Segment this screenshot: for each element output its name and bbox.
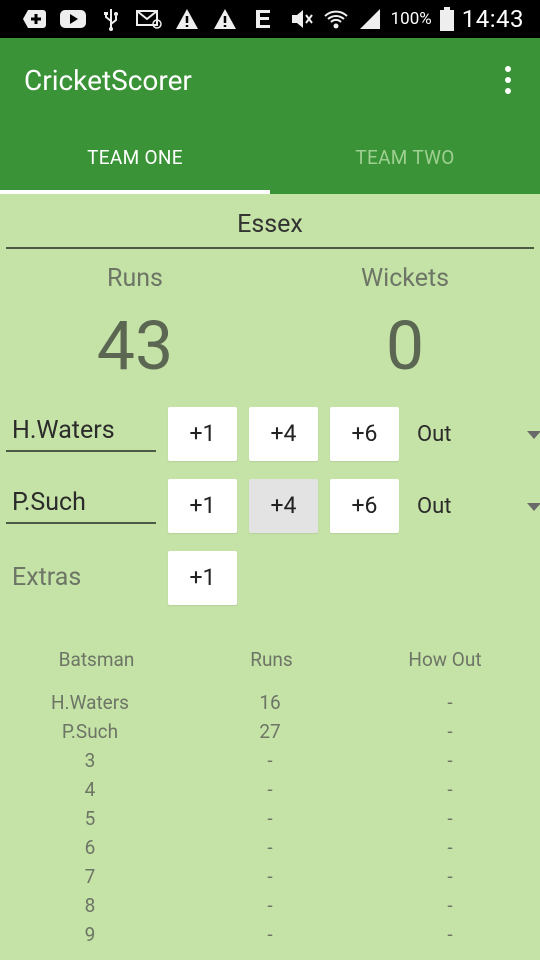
table-row: 6 - -: [0, 836, 540, 865]
scorecard-header-batsman: Batsman: [58, 648, 135, 671]
tab-label: TEAM TWO: [355, 146, 455, 169]
battery-percent: 100%: [390, 9, 432, 29]
table-row: 7 - -: [0, 865, 540, 894]
dropdown-arrow-icon[interactable]: [527, 503, 540, 511]
how-out-cell: -: [447, 749, 453, 772]
e-letter-icon: [250, 8, 276, 30]
status-bar: 100% 14:43: [0, 0, 540, 38]
table-row: 4 - -: [0, 778, 540, 807]
batsman-1-plus4-button[interactable]: +4: [249, 407, 318, 461]
batsman-cell: 4: [84, 778, 96, 801]
batsman-2-plus6-button[interactable]: +6: [330, 479, 399, 533]
table-row: H.Waters 16 -: [0, 691, 540, 720]
batsman-cell: H.Waters: [51, 691, 129, 714]
runs-label: Runs: [107, 264, 163, 293]
batsman-cell: 5: [84, 807, 96, 830]
batsman-2-out-dropdown[interactable]: Out: [417, 494, 451, 519]
runs-cell: -: [267, 923, 273, 946]
email-icon: [136, 8, 162, 30]
batsman-cell: 3: [84, 749, 96, 772]
how-out-cell: -: [447, 691, 453, 714]
tab-team-two[interactable]: TEAM TWO: [270, 134, 540, 194]
runs-cell: -: [267, 778, 273, 801]
dropdown-arrow-icon[interactable]: [527, 431, 540, 439]
batsman-1-out-dropdown[interactable]: Out: [417, 422, 451, 447]
scorecard-header-runs: Runs: [250, 648, 293, 671]
scorecard-header-how-out: How Out: [408, 648, 482, 671]
overflow-menu-icon[interactable]: [498, 66, 518, 94]
usb-icon: [98, 8, 124, 31]
youtube-icon: [60, 8, 86, 30]
table-row: 9 - -: [0, 923, 540, 952]
notification-icons: [22, 8, 276, 31]
batsman-1-plus1-button[interactable]: +1: [168, 407, 237, 461]
app-bar: CricketScorer TEAM ONE TEAM TWO: [0, 38, 540, 194]
batsman-cell: 6: [84, 836, 96, 859]
how-out-cell: -: [447, 807, 453, 830]
runs-cell: -: [267, 807, 273, 830]
system-icons: 100% 14:43: [289, 0, 524, 38]
runs-cell: -: [267, 894, 273, 917]
runs-cell: -: [267, 836, 273, 859]
wickets-label: Wickets: [360, 264, 450, 293]
batsman-cell: P.Such: [61, 720, 119, 743]
extras-plus1-button[interactable]: +1: [168, 551, 237, 605]
clock: 14:43: [461, 5, 524, 33]
battery-icon: [439, 7, 454, 31]
warning-icon: [212, 8, 238, 30]
runs-cell: -: [267, 749, 273, 772]
warning-icon: [174, 8, 200, 30]
runs-cell: -: [267, 865, 273, 888]
wifi-icon: [323, 8, 349, 30]
how-out-cell: -: [447, 865, 453, 888]
table-row: P.Such 27 -: [0, 720, 540, 749]
extras-label: Extras: [12, 563, 82, 592]
batsman-cell: 7: [84, 865, 96, 888]
app-title: CricketScorer: [24, 64, 192, 97]
mute-icon: [289, 8, 315, 30]
batsman-1-plus6-button[interactable]: +6: [330, 407, 399, 461]
batsman-2-plus4-button[interactable]: +4: [249, 479, 318, 533]
batsman-2-name[interactable]: P.Such: [6, 476, 156, 524]
wickets-total: 0: [385, 306, 425, 386]
how-out-cell: -: [447, 778, 453, 801]
runs-total: 43: [96, 306, 174, 386]
batsman-2-plus1-button[interactable]: +1: [168, 479, 237, 533]
signal-icon: [357, 8, 383, 30]
batsman-cell: 9: [84, 923, 96, 946]
team-name: Essex: [237, 210, 303, 239]
tab-team-one[interactable]: TEAM ONE: [0, 134, 270, 194]
batsman-cell: 8: [84, 894, 96, 917]
how-out-cell: -: [447, 923, 453, 946]
runs-cell: 27: [259, 720, 281, 743]
batsman-1-name[interactable]: H.Waters: [6, 404, 156, 452]
table-row: 8 - -: [0, 894, 540, 923]
tab-indicator: [0, 190, 270, 194]
tab-label: TEAM ONE: [87, 146, 183, 169]
table-row: 5 - -: [0, 807, 540, 836]
team-name-underline: [6, 247, 534, 249]
table-row: 3 - -: [0, 749, 540, 778]
add-box-icon: [22, 8, 48, 30]
runs-cell: 16: [259, 691, 281, 714]
how-out-cell: -: [447, 836, 453, 859]
how-out-cell: -: [447, 894, 453, 917]
how-out-cell: -: [447, 720, 453, 743]
